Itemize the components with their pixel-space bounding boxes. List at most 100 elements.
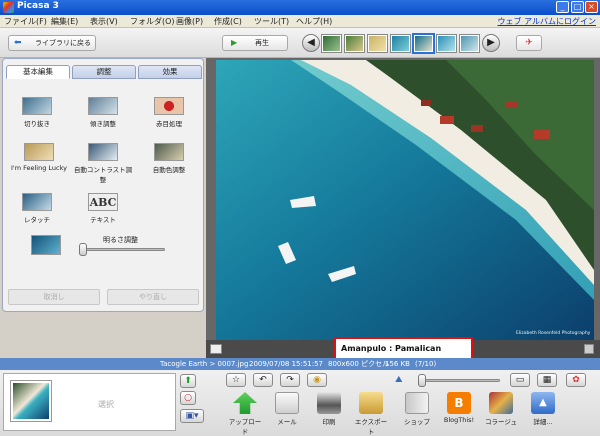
printer-icon <box>317 392 341 414</box>
photo-tray: 選択 ⬆ ○ ▣▾ ☆ ↶ ↷ ◉ ⛰ ▭ ▦ ✿ アップロード メール 印刷 … <box>0 370 600 436</box>
brightness-slider-knob[interactable] <box>79 243 87 256</box>
share-icon: ✈ <box>525 38 533 48</box>
tray-thumbnail[interactable] <box>11 381 51 421</box>
menu-create[interactable]: 作成(C) <box>214 16 242 27</box>
blogthis-label: BlogThis! <box>443 416 475 424</box>
filmstrip-thumbnail-selected[interactable] <box>414 35 433 52</box>
menu-picture[interactable]: 画像(P) <box>176 16 203 27</box>
chevron-up-icon: ▲ <box>531 392 555 414</box>
text-label: テキスト <box>90 216 116 224</box>
more-button[interactable]: ▲ 詳細... <box>524 392 562 426</box>
maximize-button[interactable]: □ <box>571 1 584 13</box>
retouch-icon <box>22 193 52 211</box>
status-bar: Tacogle Earth > 0007.jpg 2009/07/08 15:5… <box>0 358 600 370</box>
menu-edit[interactable]: 編集(E) <box>51 16 78 27</box>
export-button[interactable]: エクスポート <box>352 392 390 436</box>
retouch-label: レタッチ <box>24 216 50 224</box>
auto-contrast-tool[interactable]: 自動コントラスト調整 <box>73 143 133 184</box>
photo-credit: Elizabeth Rosenfeld Photography <box>516 330 591 336</box>
crop-tool[interactable]: 切り抜き <box>7 97 67 128</box>
edit-panel: 基本編集 調整 効果 切り抜き 傾き調整 赤目処理 I'm Feeling Lu… <box>2 58 204 312</box>
upload-arrow-icon <box>233 392 257 414</box>
folder-icon <box>359 392 383 414</box>
print-button[interactable]: 印刷 <box>310 392 348 426</box>
tab-basic-fixes[interactable]: 基本編集 <box>6 65 70 79</box>
menu-folder[interactable]: フォルダ(O) <box>130 16 175 27</box>
minimize-button[interactable]: _ <box>556 1 569 13</box>
sharing-button[interactable]: ✈ <box>516 35 542 51</box>
auto-color-icon <box>154 143 184 161</box>
red-eye-icon <box>154 97 184 115</box>
slideshow-play-button[interactable]: ▶ 再生 <box>222 35 288 51</box>
straighten-label: 傾き調整 <box>90 120 116 128</box>
undo-button[interactable]: 取消し <box>8 289 100 305</box>
retouch-tool[interactable]: レタッチ <box>7 193 67 224</box>
straighten-tool[interactable]: 傾き調整 <box>73 97 133 128</box>
brightness-slider-track[interactable] <box>81 248 165 251</box>
trash-icon[interactable] <box>584 344 594 354</box>
toolbar: ⬅ ライブラリに戻る ▶ 再生 ◀ ▶ ✈ <box>0 28 600 58</box>
status-date: 2009/07/08 15:51:57 <box>249 360 324 368</box>
window-title: Picasa 3 <box>17 1 59 11</box>
zoom-slider-knob[interactable] <box>418 374 426 387</box>
shop-button[interactable]: ショップ <box>398 392 436 426</box>
caption-toggle-icon[interactable] <box>210 344 222 354</box>
single-view-button[interactable]: ▭ <box>510 373 530 387</box>
rotate-right-button[interactable]: ↷ <box>280 373 300 387</box>
zoom-slider-track[interactable] <box>420 379 500 382</box>
filmstrip-thumbnail[interactable] <box>345 35 364 52</box>
straighten-icon <box>88 97 118 115</box>
export-label: エクスポート <box>354 418 388 436</box>
filmstrip-thumbnail[interactable] <box>460 35 479 52</box>
auto-contrast-icon <box>88 143 118 161</box>
hold-pin-icon[interactable]: ⬆ <box>180 374 196 388</box>
menu-help[interactable]: ヘルプ(H) <box>296 16 332 27</box>
print-label: 印刷 <box>322 418 336 426</box>
text-tool[interactable]: ABC テキスト <box>73 193 133 224</box>
redo-button[interactable]: やり直し <box>107 289 199 305</box>
close-button[interactable]: × <box>585 1 598 13</box>
status-index: (7/10) <box>415 360 437 368</box>
feeling-lucky-tool[interactable]: I'm Feeling Lucky <box>7 143 71 172</box>
filmstrip-thumbnail[interactable] <box>437 35 456 52</box>
album-dropdown-icon[interactable]: ▣▾ <box>180 409 204 423</box>
photo-viewer: Elizabeth Rosenfeld Photography Amanpulo… <box>206 58 600 373</box>
next-photo-button[interactable]: ▶ <box>482 34 500 52</box>
menu-tools[interactable]: ツール(T) <box>254 16 289 27</box>
rotate-left-button[interactable]: ↶ <box>253 373 273 387</box>
menu-bar: ファイル(F) 編集(E) 表示(V) フォルダ(O) 画像(P) 作成(C) … <box>0 15 600 28</box>
play-label: 再生 <box>255 39 269 47</box>
title-bar: Picasa 3 _ □ × <box>0 0 600 15</box>
blogthis-button[interactable]: B BlogThis! <box>440 392 478 424</box>
web-album-login-link[interactable]: ウェブ アルバムにログイン <box>498 16 596 27</box>
envelope-icon <box>275 392 299 414</box>
collage-button[interactable]: コラージュ <box>482 392 520 426</box>
menu-file[interactable]: ファイル(F) <box>4 16 47 27</box>
back-to-library-button[interactable]: ⬅ ライブラリに戻る <box>8 35 96 51</box>
tab-effects[interactable]: 効果 <box>138 65 202 79</box>
text-abc-icon: ABC <box>88 193 118 211</box>
upload-button[interactable]: アップロード <box>226 392 264 436</box>
brightness-label: 明るさ調整 <box>103 236 138 244</box>
blogger-icon: B <box>447 392 471 414</box>
status-path: Tacogle Earth > 0007.jpg <box>160 360 249 368</box>
auto-color-tool[interactable]: 自動色調整 <box>139 143 199 174</box>
tag-button[interactable]: ◉ <box>307 373 327 387</box>
email-button[interactable]: メール <box>268 392 306 426</box>
filmstrip-thumbnail[interactable] <box>391 35 410 52</box>
share-view-button[interactable]: ✿ <box>566 373 586 387</box>
star-button[interactable]: ☆ <box>226 373 246 387</box>
filmstrip-thumbnail[interactable] <box>322 35 341 52</box>
grid-view-button[interactable]: ▦ <box>537 373 557 387</box>
main-photo: Elizabeth Rosenfeld Photography <box>216 60 594 340</box>
crop-label: 切り抜き <box>24 120 50 128</box>
previous-photo-button[interactable]: ◀ <box>302 34 320 52</box>
tab-tuning[interactable]: 調整 <box>72 65 136 79</box>
menu-view[interactable]: 表示(V) <box>90 16 118 27</box>
clear-tray-icon[interactable]: ○ <box>180 391 196 405</box>
fill-light-thumbnail <box>31 235 61 255</box>
redeye-tool[interactable]: 赤目処理 <box>139 97 199 128</box>
shop-icon <box>405 392 429 414</box>
picasa-app-icon <box>3 2 14 13</box>
filmstrip-thumbnail[interactable] <box>368 35 387 52</box>
